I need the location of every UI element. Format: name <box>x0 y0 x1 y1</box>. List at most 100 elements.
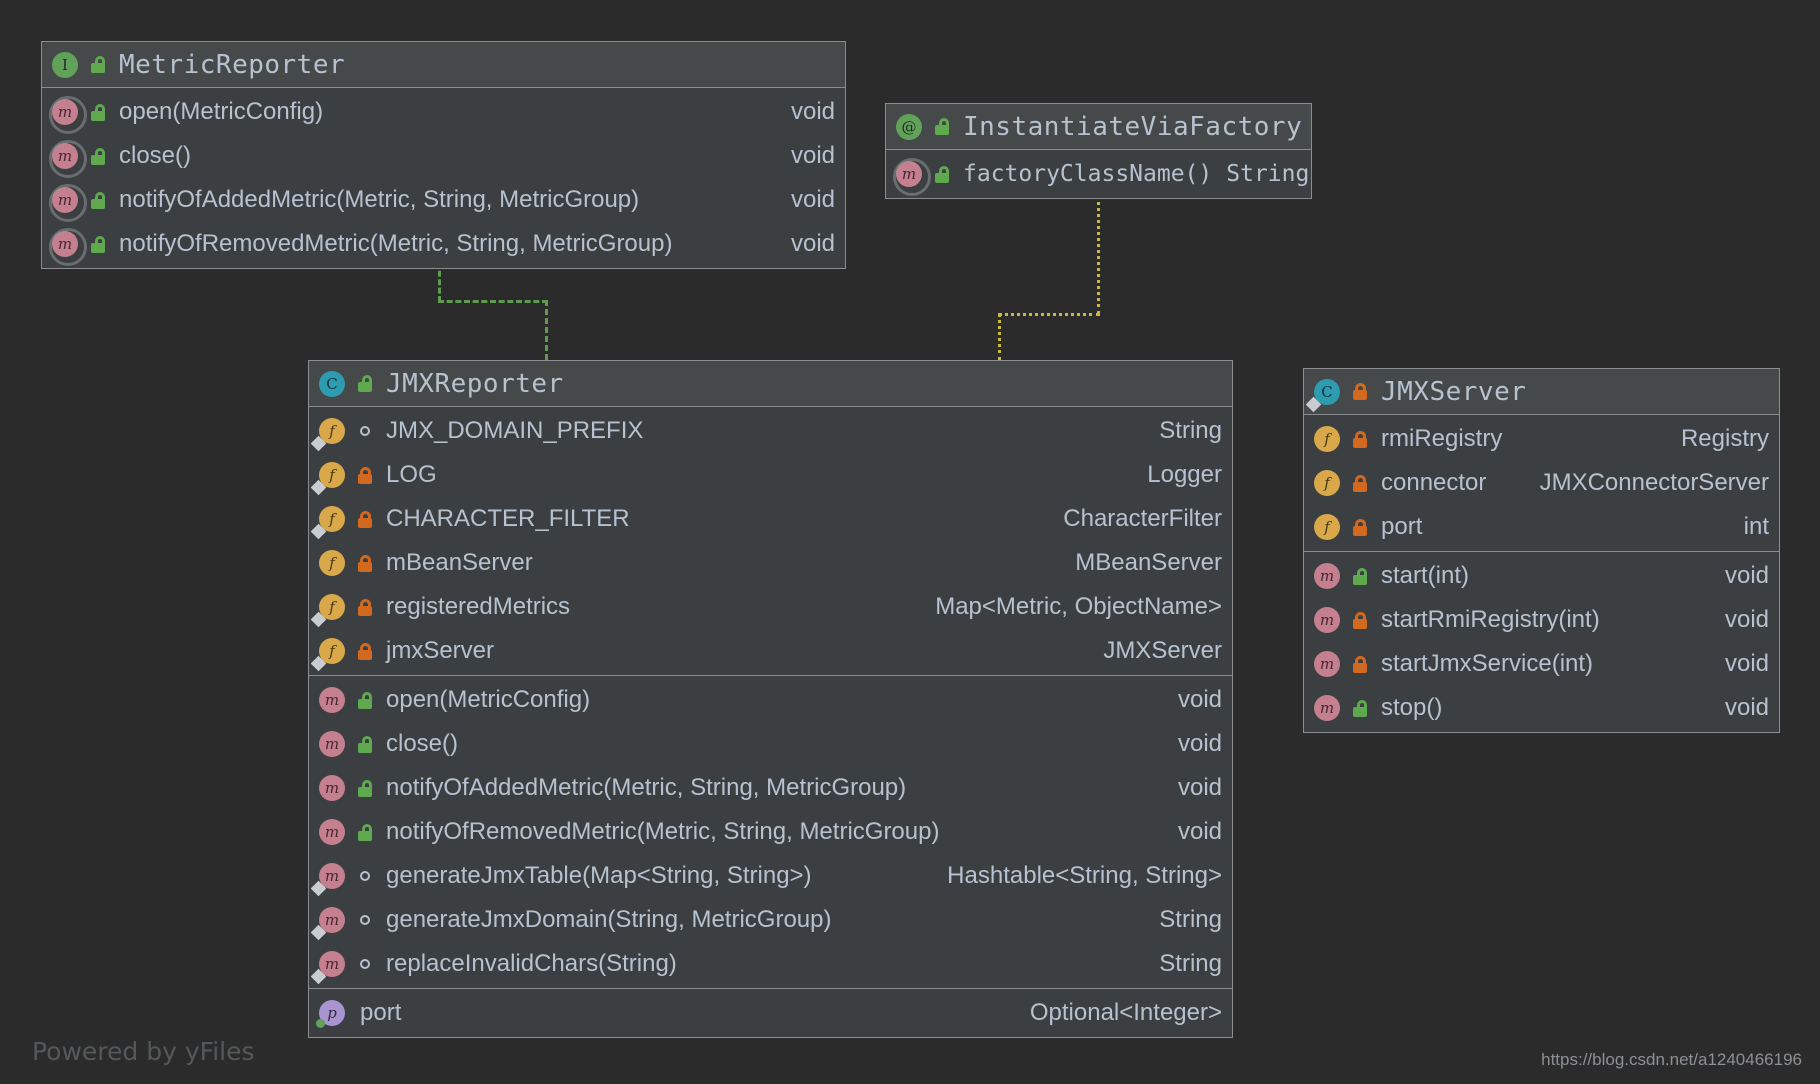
field-row[interactable]: f registeredMetrics Map<Metric, ObjectNa… <box>309 585 1232 629</box>
annotation-line-horizontal <box>998 313 1100 316</box>
field-row[interactable]: f jmxServer JMXServer <box>309 629 1232 673</box>
class-box-jmxserver[interactable]: C JMXServer f rmiRegistry Registry f con… <box>1303 368 1780 733</box>
private-locked-icon <box>352 642 378 660</box>
method-icon: m <box>1314 695 1347 721</box>
field-icon: f <box>1314 514 1347 540</box>
method-row[interactable]: m notifyOfRemovedMetric(Metric, String, … <box>309 810 1232 854</box>
private-locked-icon <box>1347 611 1373 629</box>
method-row[interactable]: m close() void <box>309 722 1232 766</box>
class-header-jmxserver: C JMXServer <box>1304 369 1779 415</box>
method-icon: m <box>319 775 352 801</box>
interface-icon: I <box>52 51 85 78</box>
method-row[interactable]: m generateJmxDomain(String, MetricGroup)… <box>309 898 1232 942</box>
field-icon: f <box>319 462 352 488</box>
method-row[interactable]: m stop() void <box>1304 686 1779 730</box>
class-header-instantiateviafactory: @ InstantiateViaFactory <box>886 104 1311 150</box>
field-icon: f <box>319 418 352 444</box>
member-section-metricreporter: m open(MetricConfig) void m close() void… <box>42 88 845 268</box>
realization-line-vertical-lower <box>545 300 548 360</box>
field-icon: f <box>319 594 352 620</box>
field-icon: f <box>319 550 352 576</box>
member-row[interactable]: m open(MetricConfig) void <box>42 90 845 134</box>
class-icon: C <box>319 370 352 397</box>
package-private-icon <box>352 426 378 436</box>
public-unlocked-icon <box>352 375 378 392</box>
yfiles-watermark: Powered by yFiles <box>32 1037 255 1066</box>
private-locked-icon <box>1347 474 1373 492</box>
package-private-icon <box>352 915 378 925</box>
source-url-watermark: https://blog.csdn.net/a1240466196 <box>1541 1050 1802 1069</box>
class-box-instantiateviafactory[interactable]: @ InstantiateViaFactory m factoryClassNa… <box>885 103 1312 199</box>
method-icon: m <box>319 863 352 889</box>
field-row[interactable]: f port int <box>1304 505 1779 549</box>
public-unlocked-icon <box>352 823 378 841</box>
public-unlocked-icon <box>1347 567 1373 585</box>
annotation-icon: @ <box>896 113 929 140</box>
class-name-metricreporter: MetricReporter <box>119 49 346 80</box>
method-section-jmxserver: m start(int) void m startRmiRegistry(int… <box>1304 551 1779 732</box>
method-row[interactable]: m startJmxService(int) void <box>1304 642 1779 686</box>
field-row[interactable]: f connector JMXConnectorServer <box>1304 461 1779 505</box>
package-private-icon <box>352 871 378 881</box>
annotation-line-vertical-upper <box>1097 195 1100 315</box>
class-name-jmxserver: JMXServer <box>1381 376 1527 407</box>
public-unlocked-icon <box>85 103 111 121</box>
method-icon: m <box>52 187 85 213</box>
method-row[interactable]: m replaceInvalidChars(String) String <box>309 942 1232 986</box>
class-box-jmxreporter[interactable]: C JMXReporter f JMX_DOMAIN_PREFIX String… <box>308 360 1233 1038</box>
method-icon: m <box>52 231 85 257</box>
public-unlocked-icon <box>929 165 955 183</box>
annotation-line-vertical-lower <box>998 313 1001 361</box>
method-icon: m <box>319 951 352 977</box>
public-unlocked-icon <box>929 118 955 135</box>
field-icon: f <box>1314 470 1347 496</box>
member-row[interactable]: m notifyOfAddedMetric(Metric, String, Me… <box>42 178 845 222</box>
field-row[interactable]: f mBeanServer MBeanServer <box>309 541 1232 585</box>
field-row[interactable]: f LOG Logger <box>309 453 1232 497</box>
realization-line-horizontal <box>438 300 548 303</box>
public-unlocked-icon <box>352 735 378 753</box>
method-icon: m <box>319 731 352 757</box>
method-icon: m <box>319 907 352 933</box>
method-row[interactable]: m notifyOfAddedMetric(Metric, String, Me… <box>309 766 1232 810</box>
member-row[interactable]: m factoryClassName() String <box>886 152 1311 196</box>
method-row[interactable]: m start(int) void <box>1304 554 1779 598</box>
method-icon: m <box>1314 563 1347 589</box>
public-unlocked-icon <box>352 779 378 797</box>
private-locked-icon <box>1347 383 1373 400</box>
method-section-jmxreporter: m open(MetricConfig) void m close() void… <box>309 675 1232 988</box>
private-locked-icon <box>1347 518 1373 536</box>
public-unlocked-icon <box>85 191 111 209</box>
member-row[interactable]: m close() void <box>42 134 845 178</box>
method-icon: m <box>1314 607 1347 633</box>
private-locked-icon <box>352 598 378 616</box>
class-name-instantiateviafactory: InstantiateViaFactory <box>963 111 1303 142</box>
class-box-metricreporter[interactable]: I MetricReporter m open(MetricConfig) vo… <box>41 41 846 269</box>
method-row[interactable]: m startRmiRegistry(int) void <box>1304 598 1779 642</box>
class-icon: C <box>1314 378 1347 405</box>
field-section-jmxserver: f rmiRegistry Registry f connector JMXCo… <box>1304 415 1779 551</box>
field-row[interactable]: f rmiRegistry Registry <box>1304 417 1779 461</box>
method-icon: m <box>319 819 352 845</box>
field-icon: f <box>319 638 352 664</box>
method-icon: m <box>319 687 352 713</box>
private-locked-icon <box>1347 430 1373 448</box>
method-icon: m <box>52 99 85 125</box>
private-locked-icon <box>352 554 378 572</box>
property-section-jmxreporter: p port Optional<Integer> <box>309 988 1232 1037</box>
property-icon: p <box>319 1000 352 1026</box>
method-row[interactable]: m generateJmxTable(Map<String, String>) … <box>309 854 1232 898</box>
private-locked-icon <box>1347 655 1373 673</box>
method-row[interactable]: m open(MetricConfig) void <box>309 678 1232 722</box>
class-name-jmxreporter: JMXReporter <box>386 368 564 399</box>
method-icon: m <box>52 143 85 169</box>
public-unlocked-icon <box>85 56 111 73</box>
field-row[interactable]: f CHARACTER_FILTER CharacterFilter <box>309 497 1232 541</box>
class-header-jmxreporter: C JMXReporter <box>309 361 1232 407</box>
member-row[interactable]: m notifyOfRemovedMetric(Metric, String, … <box>42 222 845 266</box>
method-icon: m <box>1314 651 1347 677</box>
property-row[interactable]: p port Optional<Integer> <box>309 991 1232 1035</box>
public-unlocked-icon <box>352 691 378 709</box>
class-header-metricreporter: I MetricReporter <box>42 42 845 88</box>
field-row[interactable]: f JMX_DOMAIN_PREFIX String <box>309 409 1232 453</box>
